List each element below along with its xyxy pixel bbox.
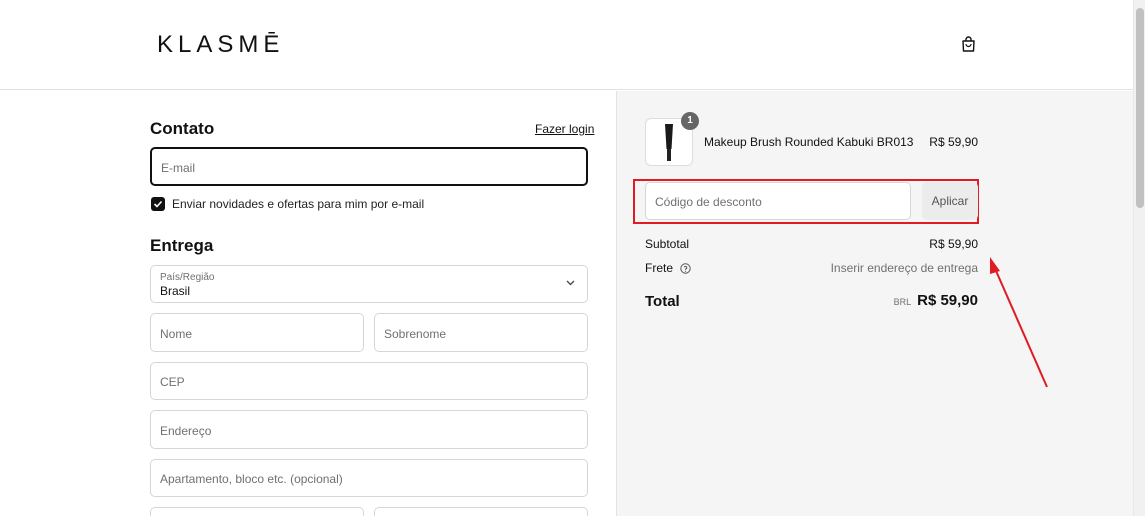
subtotal-label: Subtotal [645, 237, 690, 251]
shipping-label: Frete [645, 261, 674, 275]
discount-code-input[interactable]: Código de desconto [645, 182, 911, 220]
order-summary: 1 Makeup Brush Rounded Kabuki BR013 R$ 5… [616, 91, 1133, 516]
last-name-field[interactable]: Sobrenome [374, 313, 588, 352]
subtotal-value: R$ 59,90 [929, 237, 978, 251]
email-field[interactable]: E-mail [150, 147, 588, 186]
newsletter-checkbox[interactable] [151, 197, 165, 211]
country-select[interactable]: País/Região Brasil [150, 265, 588, 303]
address-placeholder: Endereço [160, 424, 212, 438]
first-name-placeholder: Nome [160, 327, 193, 341]
product-price: R$ 59,90 [929, 135, 978, 149]
contact-title: Contato [150, 119, 215, 138]
info-icon[interactable] [680, 263, 692, 274]
check-icon [153, 200, 163, 208]
delivery-title: Entrega [150, 236, 214, 255]
total-currency: BRL [893, 297, 912, 307]
first-name-field[interactable]: Nome [150, 313, 364, 352]
apartment-placeholder: Apartamento, bloco etc. (opcional) [160, 472, 343, 486]
cep-placeholder: CEP [160, 375, 185, 389]
last-name-placeholder: Sobrenome [384, 327, 447, 341]
site-header: KLASMĒ [0, 0, 1133, 90]
total-value: R$ 59,90 [917, 292, 978, 309]
shipping-label-row: Frete [645, 261, 692, 275]
chevron-down-icon [566, 280, 575, 286]
login-link[interactable]: Fazer login [535, 122, 594, 136]
discount-placeholder: Código de desconto [655, 195, 762, 209]
annotation-arrow [990, 257, 1048, 388]
cep-field[interactable]: CEP [150, 362, 588, 400]
apartment-field[interactable]: Apartamento, bloco etc. (opcional) [150, 459, 588, 497]
quantity-badge: 1 [681, 112, 699, 130]
city-field[interactable] [150, 507, 364, 516]
country-value: Brasil [160, 284, 191, 298]
page-scrollbar[interactable] [1133, 0, 1145, 516]
email-placeholder: E-mail [161, 161, 196, 175]
country-label: País/Região [160, 272, 215, 283]
total-amount: BRL R$ 59,90 [894, 292, 978, 309]
shipping-value: Inserir endereço de entrega [830, 261, 978, 275]
address-field[interactable]: Endereço [150, 410, 588, 449]
brand-logo[interactable]: KLASMĒ [157, 31, 284, 59]
scrollbar-thumb[interactable] [1136, 8, 1144, 208]
newsletter-label: Enviar novidades e ofertas para mim por … [172, 197, 425, 211]
apply-discount-button[interactable]: Aplicar [922, 182, 978, 220]
total-label: Total [645, 293, 680, 310]
checkout-form: Contato Fazer login E-mail Enviar novida… [0, 91, 616, 516]
shopping-bag-icon[interactable] [961, 36, 976, 52]
state-field[interactable] [374, 507, 588, 516]
product-name: Makeup Brush Rounded Kabuki BR013 [704, 135, 914, 149]
